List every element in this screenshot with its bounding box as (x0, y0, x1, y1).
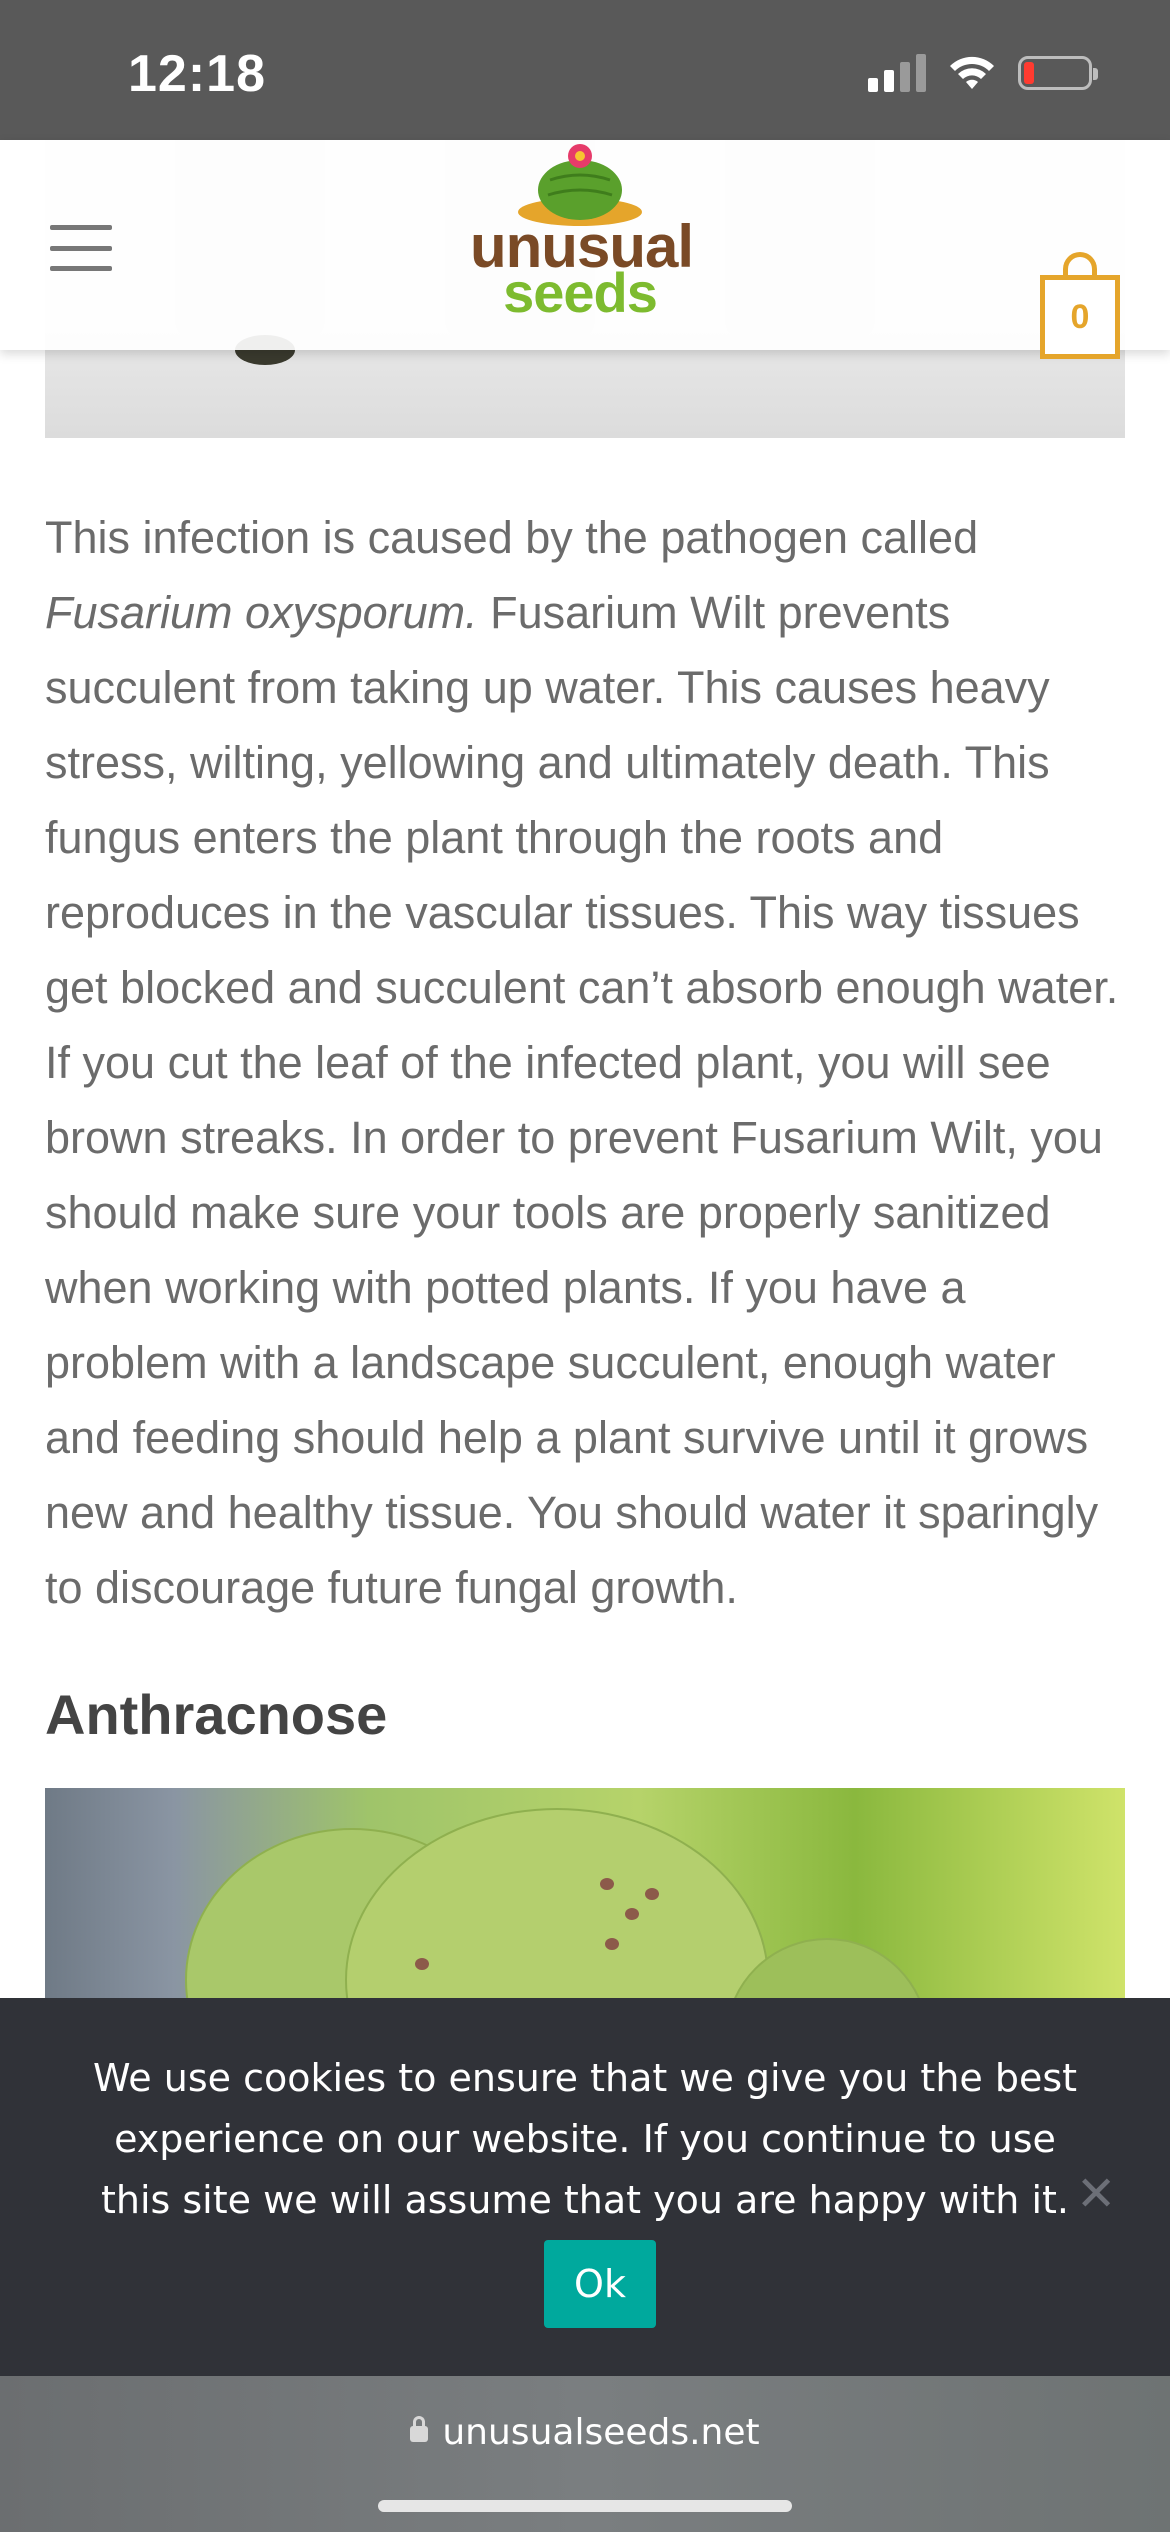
lock-icon (410, 2416, 429, 2442)
cookie-ok-button[interactable]: Ok (544, 2240, 656, 2328)
url-field[interactable]: unusualseeds.net (0, 2412, 1170, 2453)
article-paragraph: This infection is caused by the pathogen… (45, 500, 1135, 1625)
logo-wordmark-bottom: seeds (503, 261, 658, 324)
cart-count: 0 (1070, 297, 1090, 336)
anthracnose-photo (45, 1788, 1125, 1998)
browser-address-bar[interactable]: unusualseeds.net (0, 2376, 1170, 2532)
pathogen-name: Fusarium oxysporum. (45, 587, 478, 638)
site-logo[interactable]: unusual seeds (470, 140, 694, 350)
close-icon[interactable]: ✕ (1076, 2166, 1116, 2222)
article-text-lead: This infection is caused by the pathogen… (45, 512, 979, 563)
article-text-body: Fusarium Wilt prevents succulent from ta… (45, 587, 1119, 1613)
cart-icon[interactable]: 0 (1040, 252, 1120, 359)
status-bar: 12:18 (0, 0, 1170, 140)
battery-low-icon (1018, 56, 1098, 90)
cookie-message: We use cookies to ensure that we give yo… (92, 2056, 1078, 2222)
status-time: 12:18 (128, 45, 266, 103)
home-indicator[interactable] (378, 2500, 792, 2512)
signal-icon (868, 54, 926, 92)
cookie-banner: We use cookies to ensure that we give yo… (0, 1998, 1170, 2376)
menu-icon[interactable] (50, 225, 112, 271)
url-text: unusualseeds.net (442, 2412, 760, 2453)
section-heading-anthracnose: Anthracnose (45, 1683, 388, 1746)
wifi-icon (950, 56, 994, 89)
status-icons (868, 54, 1098, 92)
site-header: unusual seeds 0 (0, 140, 1170, 359)
